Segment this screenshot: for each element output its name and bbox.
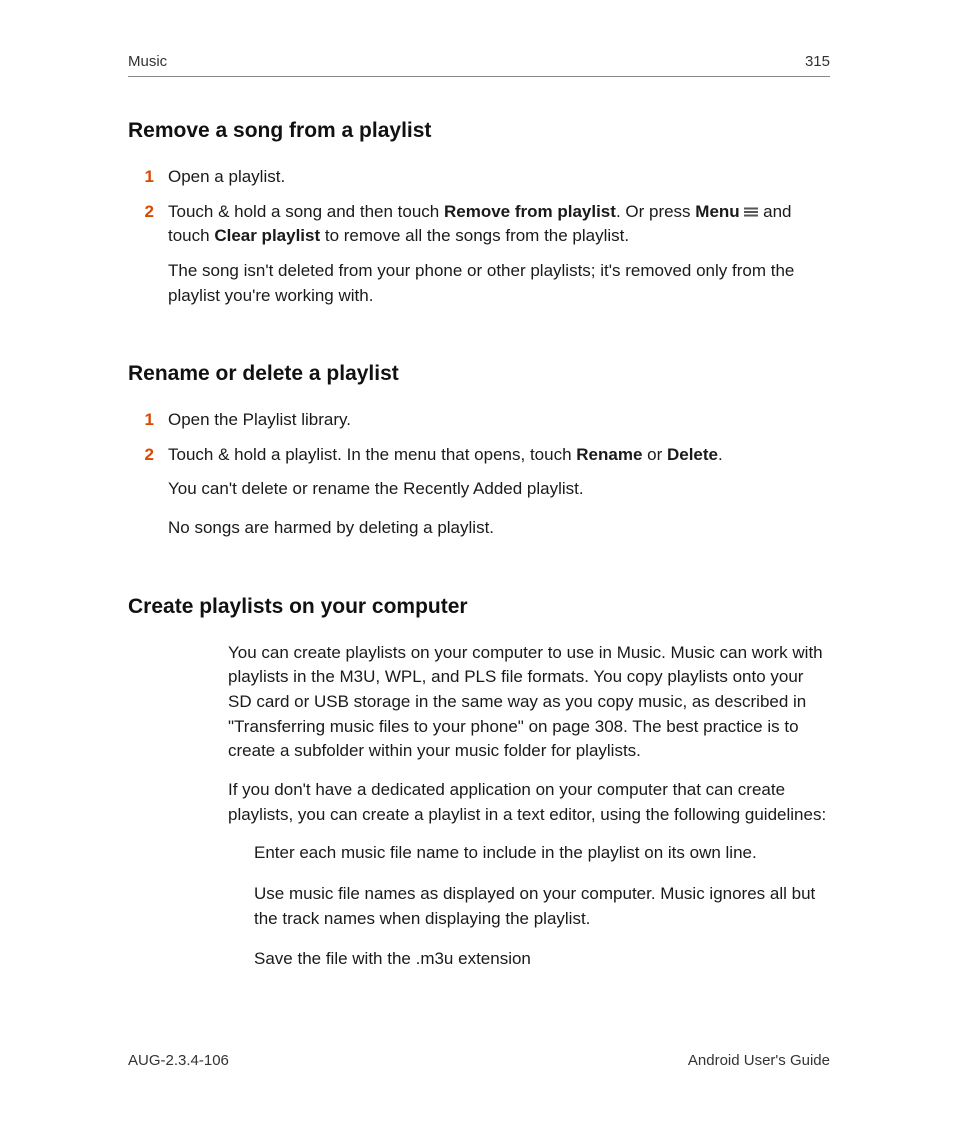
list-item: Enter each music file name to include in… [254, 841, 830, 866]
step: 1 Open a playlist. [128, 165, 830, 190]
page-header: Music 315 [128, 53, 830, 77]
step-number: 2 [128, 443, 154, 555]
list-item: Use music file names as displayed on you… [254, 882, 830, 931]
step-text: Open the Playlist library. [168, 408, 830, 433]
heading-create-playlists: Create playlists on your computer [128, 595, 830, 619]
ui-term: Clear playlist [214, 226, 320, 245]
section-remove-song: Remove a song from a playlist 1 Open a p… [128, 119, 830, 322]
paragraph: If you don't have a dedicated applicatio… [228, 778, 830, 827]
step-note: No songs are harmed by deleting a playli… [168, 516, 830, 541]
step-text: Touch & hold a song and then touch Remov… [168, 200, 830, 323]
ui-term: Menu [695, 202, 739, 221]
ui-term: Remove from playlist [444, 202, 616, 221]
step-text-line: Touch & hold a song and then touch Remov… [168, 202, 792, 246]
footer-title: Android User's Guide [688, 1052, 830, 1069]
body-create-playlists: You can create playlists on your compute… [228, 641, 830, 972]
steps-rename-delete: 1 Open the Playlist library. 2 Touch & h… [128, 408, 830, 555]
step-number: 1 [128, 165, 154, 190]
paragraph: You can create playlists on your compute… [228, 641, 830, 764]
footer-doc-id: AUG-2.3.4-106 [128, 1052, 229, 1069]
ui-term: Rename [576, 445, 642, 464]
step-text-line: Touch & hold a playlist. In the menu tha… [168, 445, 723, 464]
page-footer: AUG-2.3.4-106 Android User's Guide [128, 1052, 830, 1069]
menu-icon [744, 206, 758, 218]
step-note: You can't delete or rename the Recently … [168, 477, 830, 502]
heading-rename-delete: Rename or delete a playlist [128, 362, 830, 386]
step-note: The song isn't deleted from your phone o… [168, 259, 830, 308]
header-chapter: Music [128, 53, 167, 70]
page: Music 315 Remove a song from a playlist … [0, 0, 954, 1145]
list-item: Save the file with the .m3u extension [254, 947, 830, 972]
step: 2 Touch & hold a song and then touch Rem… [128, 200, 830, 323]
step: 1 Open the Playlist library. [128, 408, 830, 433]
step-text: Open a playlist. [168, 165, 830, 190]
step-number: 1 [128, 408, 154, 433]
step-text: Touch & hold a playlist. In the menu tha… [168, 443, 830, 555]
section-rename-delete: Rename or delete a playlist 1 Open the P… [128, 362, 830, 555]
step-number: 2 [128, 200, 154, 323]
step: 2 Touch & hold a playlist. In the menu t… [128, 443, 830, 555]
steps-remove-song: 1 Open a playlist. 2 Touch & hold a song… [128, 165, 830, 322]
heading-remove-song: Remove a song from a playlist [128, 119, 830, 143]
ui-term: Delete [667, 445, 718, 464]
header-page-number: 315 [805, 53, 830, 70]
guidelines-list: Enter each music file name to include in… [254, 841, 830, 972]
section-create-playlists: Create playlists on your computer You ca… [128, 595, 830, 972]
